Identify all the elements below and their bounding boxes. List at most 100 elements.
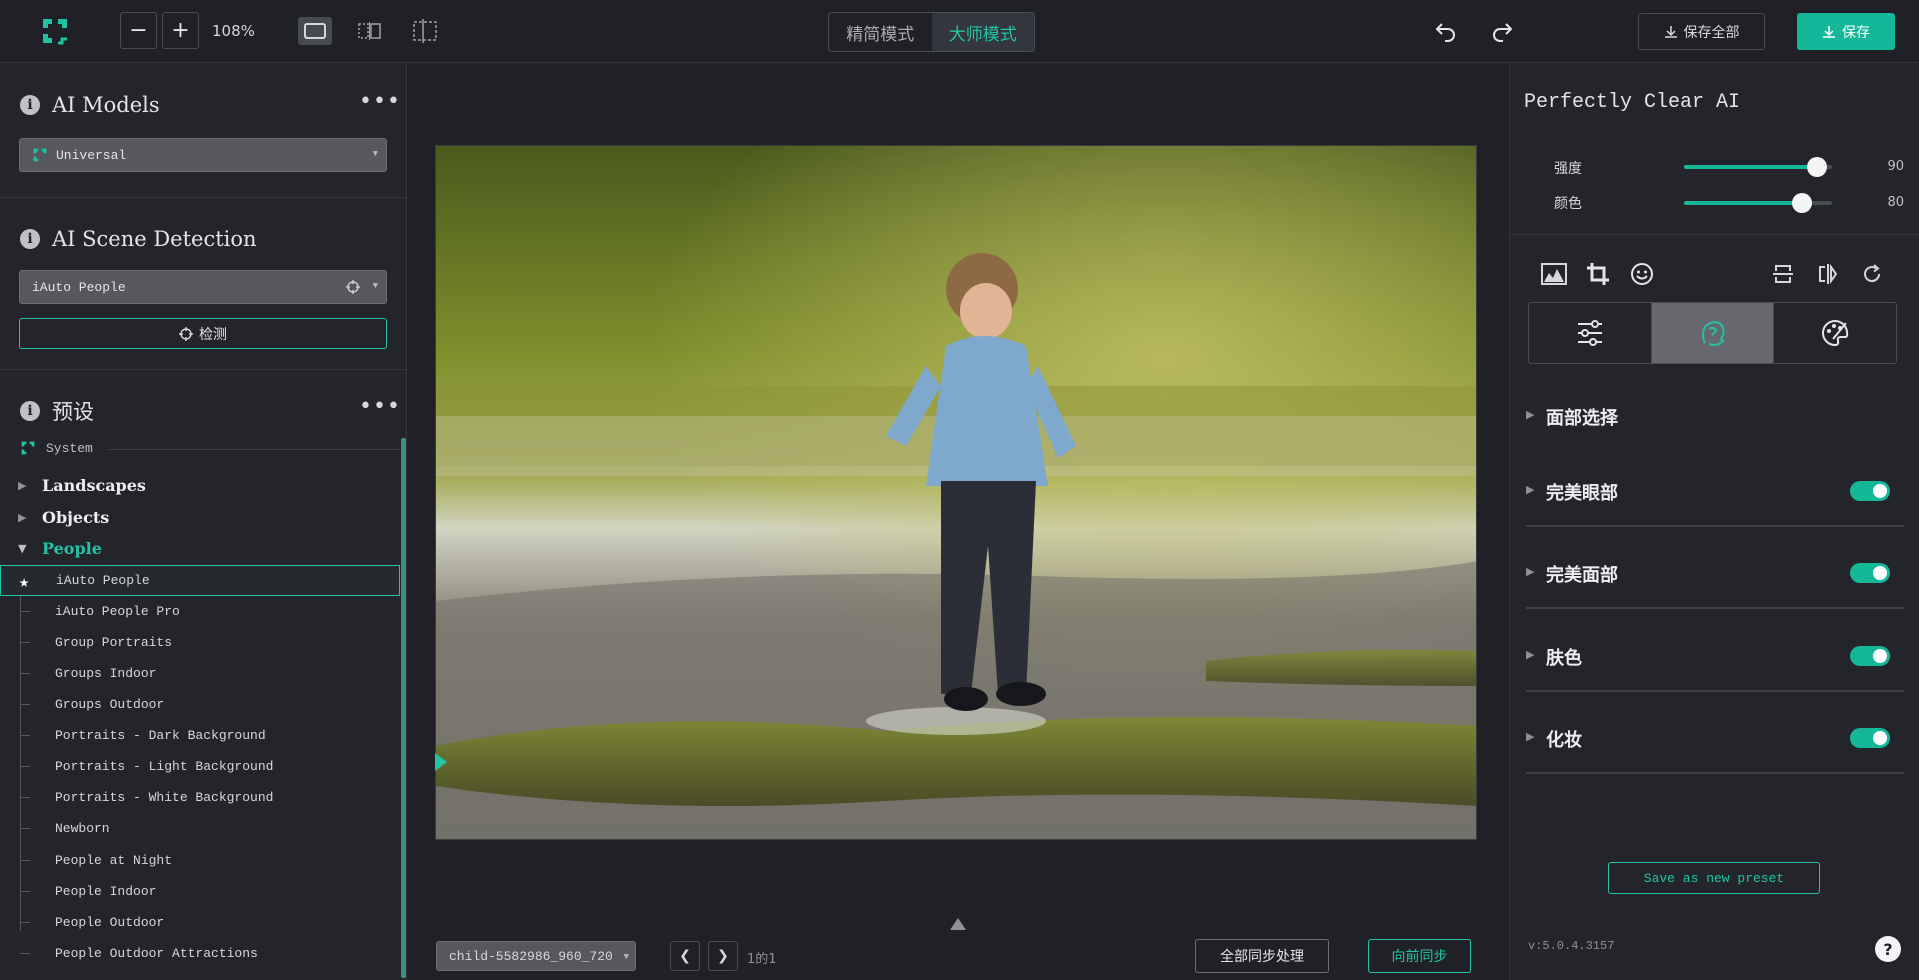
help-button[interactable]: ? [1875,936,1901,962]
file-select[interactable]: child-5582986_960_720 ▼ [436,941,636,971]
crop-tool-button[interactable] [1584,260,1612,288]
preset-scrollbar[interactable] [401,438,406,978]
category-landscapes[interactable]: ▶ Landscapes [18,476,146,495]
mode-simple-tab[interactable]: 精简模式 [829,13,932,51]
preset-item[interactable]: People at Night [0,845,400,876]
app-logo-icon [43,19,67,45]
tab-creative[interactable] [1774,303,1896,363]
color-label: 颜色 [1554,196,1582,212]
info-icon[interactable]: i [20,95,40,115]
ai-models-title: AI Models [52,93,160,117]
expand-filmstrip-icon[interactable] [950,918,966,930]
makeup-toggle[interactable] [1850,728,1890,748]
category-label: Landscapes [42,476,146,495]
prev-image-button[interactable]: ❮ [670,941,700,971]
chevron-down-icon: ▼ [372,281,378,291]
perfect-eyes-toggle[interactable] [1850,481,1890,501]
preset-label: Portraits - White Background [55,790,274,805]
preset-item[interactable]: People Outdoor [0,907,400,938]
preset-item[interactable]: People Outdoor Attractions [0,938,400,969]
ai-models-more-button[interactable]: ••• [359,91,401,113]
undo-icon [1435,23,1455,42]
divider [1526,525,1904,527]
adjustment-tabs [1528,302,1897,364]
preset-label: People Outdoor [55,915,165,930]
color-value: 80 [1887,195,1904,210]
system-group: System [20,440,93,456]
split-view-icon [358,22,381,40]
category-people[interactable]: ▼ People [18,539,102,558]
info-icon[interactable]: i [20,229,40,249]
download-icon [1664,25,1677,38]
preset-label: People Indoor [55,884,157,899]
scene-value: iAuto People [32,279,126,295]
tab-face-retouch[interactable] [1651,303,1775,363]
skin-tone-toggle[interactable] [1850,646,1890,666]
ai-model-select[interactable]: Universal ▼ [19,138,387,172]
color-slider[interactable] [1684,193,1832,213]
mode-switch: 精简模式 大师模式 [828,12,1035,52]
split-view-button[interactable] [353,17,387,45]
preset-item[interactable]: Portraits - White Background [0,782,400,813]
mode-master-tab[interactable]: 大师模式 [931,13,1034,51]
strength-slider[interactable] [1684,157,1832,177]
flip-horizontal-button[interactable] [1814,260,1842,288]
flip-vertical-button[interactable] [1769,260,1797,288]
caret-right-icon: ▶ [1526,730,1535,743]
preset-label: People Outdoor Attractions [55,946,258,961]
zoom-in-button[interactable]: + [162,12,199,49]
top-toolbar: − + 108% 精简模式 大师模式 保存全部 保存 [0,0,1919,63]
perfect-face-toggle[interactable] [1850,563,1890,583]
photo-preview[interactable] [435,145,1477,840]
sync-all-button[interactable]: 全部同步处理 [1195,939,1329,973]
redo-button[interactable] [1486,15,1518,47]
preset-item[interactable]: Portraits - Dark Background [0,720,400,751]
save-preset-button[interactable]: Save as new preset [1608,862,1820,894]
preset-item[interactable]: Newborn [0,813,400,844]
section-label: 肤色 [1546,648,1582,669]
compare-handle[interactable] [435,753,447,771]
single-view-icon [304,23,326,39]
divider [1510,234,1919,235]
palette-icon [1822,319,1849,347]
section-label: 面部选择 [1546,408,1618,429]
undo-button[interactable] [1430,15,1462,47]
face-tool-button[interactable] [1628,260,1656,288]
download-icon [1823,25,1835,38]
slider-knob[interactable] [1807,157,1828,177]
section-label: 完美眼部 [1546,483,1618,504]
histogram-tool-button[interactable] [1540,260,1568,288]
preset-item[interactable]: Groups Indoor [0,658,400,689]
preset-item[interactable]: iAuto People Pro [0,596,400,627]
caret-down-icon: ▼ [18,542,27,555]
zoom-out-button[interactable]: − [120,12,157,49]
preset-label: Groups Indoor [55,666,157,681]
target-icon [179,326,193,341]
slider-knob[interactable] [1792,193,1813,213]
scene-detection-header: i AI Scene Detection [20,227,257,251]
presets-more-button[interactable]: ••• [359,396,401,418]
image-histogram-icon [1541,263,1567,285]
photo-image [436,146,1476,839]
strength-value: 90 [1887,159,1904,174]
rotate-button[interactable] [1858,260,1886,288]
sync-forward-button[interactable]: 向前同步 [1368,939,1471,973]
preset-item[interactable]: People Indoor [0,876,400,907]
preset-item[interactable]: Groups Outdoor [0,689,400,720]
save-all-button[interactable]: 保存全部 [1638,13,1765,50]
preset-item[interactable]: Portraits - Light Background [0,751,400,782]
scene-select[interactable]: iAuto People ▼ [19,270,387,304]
category-objects[interactable]: ▶ Objects [18,508,109,527]
divider [0,369,406,370]
single-view-button[interactable] [298,17,332,45]
tab-adjust[interactable] [1529,303,1652,363]
preset-item-selected[interactable]: ★ iAuto People [0,565,400,596]
save-button[interactable]: 保存 [1797,13,1895,50]
preset-item[interactable]: Group Portraits [0,627,400,658]
preset-label: Newborn [55,821,110,836]
info-icon[interactable]: i [20,401,40,421]
compare-view-button[interactable] [408,17,442,45]
divider [1526,690,1904,692]
next-image-button[interactable]: ❯ [708,941,738,971]
detect-button[interactable]: 检测 [19,318,387,349]
